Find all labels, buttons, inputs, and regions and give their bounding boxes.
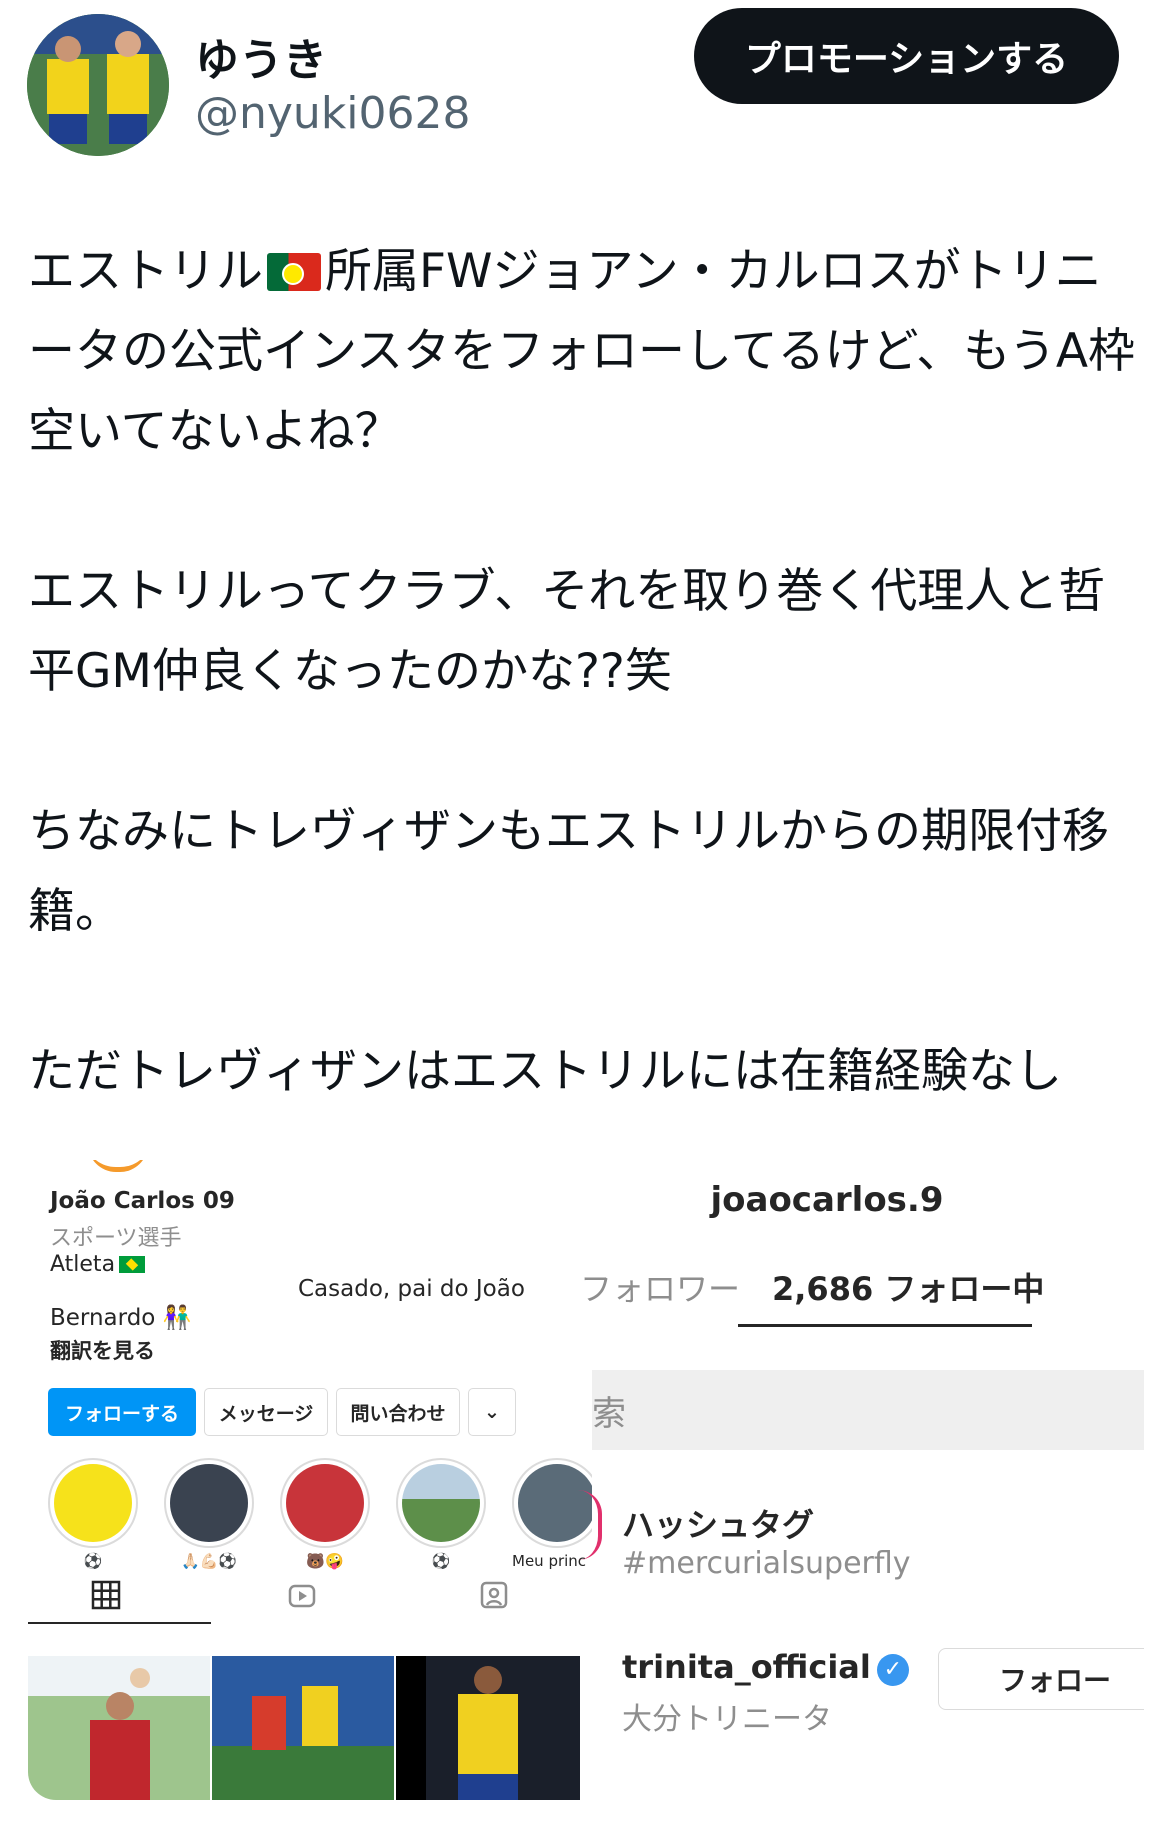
chevron-down-icon: ⌄	[468, 1388, 516, 1436]
ig-bio-text: Atleta	[50, 1252, 116, 1277]
ig-message-button: メッセージ	[204, 1388, 328, 1436]
ig-bio-line: Atleta	[50, 1252, 146, 1277]
story-thumbnail	[402, 1464, 480, 1542]
story-ring	[396, 1458, 486, 1548]
ig-story-highlight: 🙏🏻💪🏻⚽	[164, 1458, 254, 1570]
tweet-paragraph-4: ただトレヴィザンはエストリルには在籍経験なし	[28, 1044, 1062, 1099]
hashtag-avatar-edge	[578, 1490, 602, 1560]
tweet-media[interactable]: João Carlos 09 スポーツ選手 Atleta Casado, pai…	[28, 1160, 1144, 1800]
ig-post-thumbnail	[212, 1656, 394, 1800]
ig-profile-name: João Carlos 09	[50, 1188, 235, 1214]
ig-hashtag-value: #mercurialsuperfly	[622, 1546, 911, 1581]
ig-translate-link: 翻訳を見る	[50, 1339, 155, 1363]
promote-button[interactable]: プロモーションする	[694, 8, 1119, 104]
ig-account-subtitle: 大分トリニータ	[622, 1702, 832, 1737]
ig-contact-button: 問い合わせ	[336, 1388, 460, 1436]
ig-profile-category: スポーツ選手	[50, 1226, 182, 1251]
story-ring	[48, 1458, 138, 1548]
tweet-paragraph-2: エストリルってクラブ、それを取り巻く代理人と哲平GM仲良くなったのかな??笑	[28, 564, 1106, 699]
profile-avatar-edge	[88, 1160, 148, 1172]
ig-bio-line: Bernardo 👫	[50, 1304, 191, 1331]
tweet-text-segment: エストリル	[28, 244, 263, 299]
avatar-photo	[27, 14, 169, 156]
story-caption: 🙏🏻💪🏻⚽	[180, 1552, 238, 1570]
avatar[interactable]	[27, 14, 169, 156]
user-handle[interactable]: @nyuki0628	[195, 88, 471, 139]
ig-post-thumbnail	[396, 1656, 580, 1800]
ig-username-header: joaocarlos.9	[710, 1180, 944, 1220]
ig-search-placeholder: 索	[592, 1394, 626, 1434]
ig-story-highlight: 🐻🤪	[280, 1458, 370, 1570]
ig-follow-button: フォローする	[48, 1388, 196, 1436]
ig-account-name: trinita_official ✓	[622, 1648, 909, 1686]
ig-post-thumbnail	[28, 1656, 210, 1800]
ig-bio-line: Casado, pai do João	[298, 1276, 525, 1302]
ig-story-highlight: ⚽	[396, 1458, 486, 1570]
story-thumbnail	[170, 1464, 248, 1542]
story-thumbnail	[54, 1464, 132, 1542]
ig-account-username: trinita_official	[622, 1648, 871, 1686]
story-caption: ⚽	[83, 1552, 103, 1570]
media-image-right[interactable]: joaocarlos.9 フォロワー 2,686 フォロー中 索 ハッシュタグ …	[580, 1160, 1144, 1800]
active-tab-indicator	[28, 1622, 211, 1624]
tweet-text: エストリル 所属FWジョアン・カルロスがトリニータの公式インスタをフォローしてるけ…	[28, 232, 1148, 1192]
story-ring	[164, 1458, 254, 1548]
ig-follow-button: フォロー	[938, 1648, 1144, 1710]
ig-story-highlight: ⚽	[48, 1458, 138, 1570]
couple-emoji: 👫	[162, 1305, 192, 1331]
ig-hashtag-title: ハッシュタグ	[622, 1506, 815, 1544]
brazil-flag-icon	[119, 1256, 146, 1273]
story-caption: ⚽	[431, 1552, 451, 1570]
portugal-flag-icon	[267, 253, 321, 291]
grid-icon	[90, 1580, 122, 1612]
story-caption: 🐻🤪	[306, 1552, 344, 1570]
media-image-left[interactable]: João Carlos 09 スポーツ選手 Atleta Casado, pai…	[28, 1160, 592, 1800]
verified-badge-icon: ✓	[876, 1654, 909, 1686]
ig-tab-following: 2,686 フォロー中	[772, 1270, 1045, 1308]
ig-tab-followers: フォロワー	[580, 1270, 741, 1308]
tweet-paragraph-3: ちなみにトレヴィザンもエストリルからの期限付移籍。	[28, 804, 1109, 939]
tagged-icon	[478, 1580, 510, 1612]
ig-bio-text: Bernardo	[50, 1305, 156, 1331]
tweet-paragraph-1: エストリル 所属FWジョアン・カルロスがトリニータの公式インスタをフォローしてるけ…	[28, 232, 1148, 472]
display-name[interactable]: ゆうき	[195, 24, 327, 88]
story-ring	[280, 1458, 370, 1548]
reels-icon	[286, 1580, 318, 1612]
ig-search-bar	[592, 1370, 1144, 1450]
active-tab-indicator	[738, 1324, 1032, 1327]
tweet-header: ゆうき @nyuki0628 プロモーションする	[0, 0, 1170, 180]
story-thumbnail	[286, 1464, 364, 1542]
